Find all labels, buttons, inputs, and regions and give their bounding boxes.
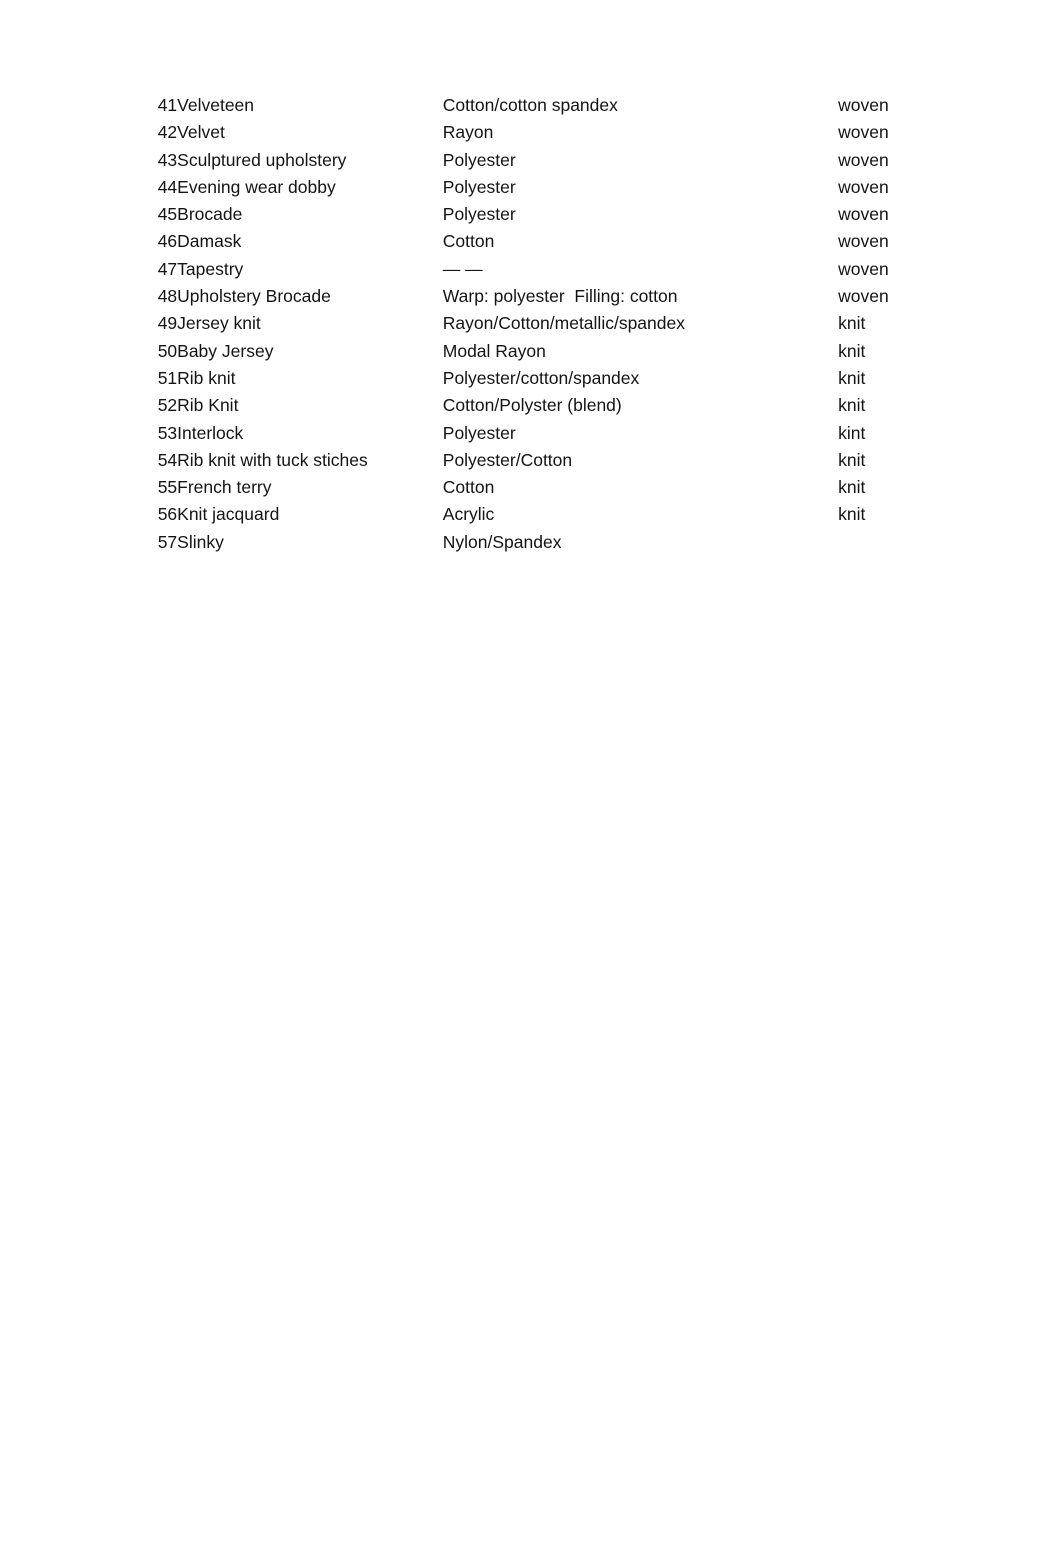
fiber-content: Rayon/Cotton/metallic/spandex [442, 313, 685, 334]
row-index: 49 [157, 313, 178, 334]
construction-type: knit [838, 367, 866, 388]
row-index: 51 [157, 367, 178, 388]
table-row: 57 Slinky Nylon/Spandex [151, 529, 971, 556]
row-index: 42 [157, 122, 178, 143]
construction-type: woven [838, 258, 889, 279]
construction-type: woven [838, 231, 889, 252]
construction-type: woven [838, 149, 889, 170]
table-row: 43 Sculptured upholstery Polyester woven [151, 147, 971, 174]
fabric-name: Velveteen [177, 95, 255, 115]
table-row: 41 Velveteen Cotton/cotton spandex woven [151, 92, 971, 119]
construction-type: woven [838, 122, 889, 143]
fabric-name: Rib knit [177, 367, 236, 388]
construction-type: knit [838, 504, 866, 525]
fiber-content: Rayon [442, 122, 494, 143]
construction-type: knit [838, 395, 866, 416]
fiber-content: Polyester [442, 176, 516, 197]
fabric-name: Damask [177, 231, 242, 252]
fiber-content: Polyester [442, 204, 516, 225]
table-row: 54 Rib knit with tuck stiches Polyester/Co… [151, 447, 971, 474]
table-row: 48 Upholstery Brocade Warp: polyester Fill… [151, 283, 971, 310]
fabric-name: Evening wear dobby [177, 176, 336, 197]
fabric-name: Rib knit with tuck stiches [177, 449, 368, 470]
fiber-content: Nylon/Spandex [442, 531, 562, 552]
fabric-name: Interlock [177, 422, 244, 443]
fabric-name: French terry [177, 477, 272, 498]
fiber-content: Cotton/cotton spandex [442, 95, 618, 115]
document-page: 41 Velveteen Cotton/cotton spandex woven 42 V… [0, 0, 1062, 1556]
table-row: 51 Rib knit Polyester/cotton/spandex knit [151, 365, 971, 392]
fiber-content: Warp: polyester Filling: cotton [442, 286, 678, 307]
construction-type: knit [838, 449, 866, 470]
table-row: 49 Jersey knit Rayon/Cotton/metallic/spand… [151, 310, 971, 337]
construction-type: woven [838, 204, 889, 225]
row-index: 45 [157, 204, 178, 225]
fabric-name: Brocade [177, 204, 243, 225]
fiber-content: Modal Rayon [442, 340, 546, 361]
fabric-name: Velvet [177, 122, 225, 143]
fabric-name: Jersey knit [177, 313, 261, 334]
table-row: 52 Rib Knit Cotton/Polyster (blend) knit [151, 392, 971, 419]
fiber-content: Acrylic [442, 504, 495, 525]
table-row: 47 Tapestry — — woven [151, 256, 971, 283]
row-index: 56 [157, 504, 178, 525]
table-row: 44 Evening wear dobby Polyester woven [151, 174, 971, 201]
table-row: 56 Knit jacquard Acrylic knit [151, 501, 971, 528]
row-index: 53 [157, 422, 178, 443]
row-index: 57 [157, 531, 178, 552]
table-row: 50 Baby Jersey Modal Rayon knit [151, 338, 971, 365]
construction-type: woven [838, 286, 889, 307]
fabric-list-table: 41 Velveteen Cotton/cotton spandex woven 42 V… [151, 92, 971, 556]
row-index: 54 [157, 449, 178, 470]
fiber-content: Polyester [442, 149, 516, 170]
fiber-content: Polyester [442, 422, 516, 443]
fabric-name: Tapestry [177, 258, 244, 279]
row-index: 55 [157, 477, 178, 498]
row-index: 47 [157, 258, 178, 279]
row-index: 48 [157, 286, 178, 307]
row-index: 43 [157, 149, 178, 170]
fabric-list-body: 41 Velveteen Cotton/cotton spandex woven 42 V… [151, 92, 971, 556]
construction-type: knit [838, 477, 866, 498]
fiber-content: Polyester/Cotton [442, 449, 573, 470]
fiber-content: — — [442, 258, 483, 279]
fabric-name: Knit jacquard [177, 504, 280, 525]
construction-type: woven [838, 95, 889, 115]
construction-type [838, 529, 971, 556]
fabric-name: Slinky [177, 531, 224, 552]
fabric-name: Rib Knit [177, 395, 239, 416]
table-row: 45 Brocade Polyester woven [151, 201, 971, 228]
row-index: 44 [157, 176, 178, 197]
row-index: 52 [157, 395, 178, 416]
table-row: 42 Velvet Rayon woven [151, 119, 971, 146]
fabric-name: Baby Jersey [177, 340, 274, 361]
row-index: 41 [157, 95, 178, 115]
fabric-name: Upholstery Brocade [177, 286, 331, 307]
construction-type: knit [838, 340, 866, 361]
fabric-name: Sculptured upholstery [177, 149, 347, 170]
row-index: 50 [157, 340, 178, 361]
construction-type: kint [838, 422, 866, 443]
table-row: 53 Interlock Polyester kint [151, 420, 971, 447]
construction-type: knit [838, 313, 866, 334]
table-row: 55 French terry Cotton knit [151, 474, 971, 501]
construction-type: woven [838, 176, 889, 197]
fiber-content: Cotton [442, 231, 495, 252]
table-row: 46 Damask Cotton woven [151, 228, 971, 255]
row-index: 46 [157, 231, 178, 252]
fiber-content: Polyester/cotton/spandex [442, 367, 640, 388]
fiber-content: Cotton/Polyster (blend) [442, 395, 622, 416]
fiber-content: Cotton [442, 477, 495, 498]
